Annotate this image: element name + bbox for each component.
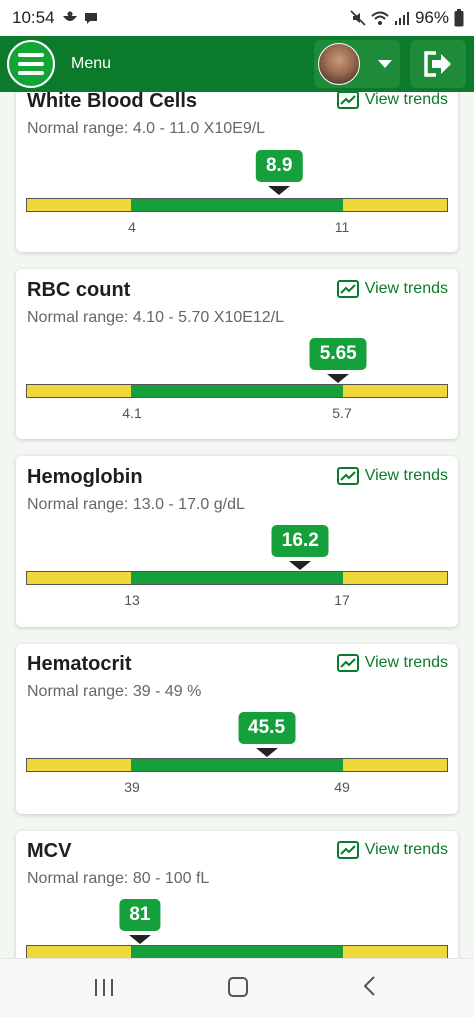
value-pointer bbox=[268, 186, 291, 195]
result-card-hematocrit: Hematocrit View trends Normal range: 39 … bbox=[16, 644, 458, 814]
view-trends-label: View trends bbox=[364, 92, 448, 108]
range-bar bbox=[26, 198, 448, 212]
value-badge: 8.9 bbox=[255, 150, 303, 182]
value-pointer bbox=[128, 935, 151, 944]
user-menu-button[interactable] bbox=[314, 40, 400, 88]
value-badge: 5.65 bbox=[309, 338, 367, 370]
value-pointer bbox=[327, 374, 350, 383]
view-trends-link[interactable]: View trends bbox=[336, 654, 448, 672]
mute-icon bbox=[350, 10, 366, 26]
view-trends-link[interactable]: View trends bbox=[336, 841, 448, 859]
range-high-tick: 11 bbox=[334, 219, 350, 235]
range-bar bbox=[26, 758, 448, 772]
trend-chart-icon bbox=[336, 280, 359, 298]
notification-app-icon bbox=[62, 11, 77, 21]
normal-zone bbox=[131, 759, 343, 771]
view-trends-link[interactable]: View trends bbox=[336, 92, 448, 109]
menu-button[interactable] bbox=[7, 40, 55, 88]
signal-icon bbox=[394, 12, 409, 25]
status-bar: 10:54 96% bbox=[0, 0, 474, 36]
range-high-tick: 5.7 bbox=[332, 405, 352, 421]
value-badge: 81 bbox=[119, 899, 161, 931]
wifi-icon bbox=[371, 11, 389, 25]
range-high-tick: 49 bbox=[334, 779, 350, 795]
value-badge: 16.2 bbox=[271, 525, 329, 557]
normal-zone bbox=[131, 572, 343, 584]
card-title: Hemoglobin bbox=[27, 466, 143, 488]
notification-icons bbox=[61, 10, 99, 26]
range-low-tick: 4 bbox=[128, 219, 136, 235]
menu-icon bbox=[18, 53, 44, 57]
normal-range: Normal range: 4.10 - 5.70 X10E12/L bbox=[27, 309, 285, 326]
range-bar bbox=[26, 384, 448, 398]
logout-icon bbox=[424, 51, 451, 77]
battery-icon bbox=[454, 9, 464, 27]
card-title: White Blood Cells bbox=[27, 92, 197, 112]
results-list[interactable]: White Blood Cells View trends Normal ran… bbox=[0, 92, 474, 958]
logout-button[interactable] bbox=[410, 40, 466, 88]
recent-apps-icon bbox=[95, 979, 97, 996]
view-trends-label: View trends bbox=[364, 654, 448, 671]
range-high-tick: 17 bbox=[334, 592, 350, 608]
caret-down-icon bbox=[378, 60, 392, 68]
back-button[interactable] bbox=[362, 975, 376, 997]
normal-range: Normal range: 4.0 - 11.0 X10E9/L bbox=[27, 120, 266, 137]
value-badge: 45.5 bbox=[238, 712, 296, 744]
trend-chart-icon bbox=[336, 92, 359, 109]
normal-zone bbox=[131, 946, 343, 958]
normal-range: Normal range: 13.0 - 17.0 g/dL bbox=[27, 496, 245, 513]
result-card-wbc: White Blood Cells View trends Normal ran… bbox=[16, 92, 458, 252]
view-trends-link[interactable]: View trends bbox=[336, 280, 448, 298]
result-card-mcv: MCV View trends Normal range: 80 - 100 f… bbox=[16, 831, 458, 958]
card-title: Hematocrit bbox=[27, 653, 132, 675]
avatar bbox=[318, 43, 360, 85]
range-low-tick: 4.1 bbox=[122, 405, 142, 421]
recent-apps-button[interactable] bbox=[95, 979, 113, 996]
value-pointer bbox=[289, 561, 312, 570]
system-nav-bar bbox=[0, 958, 474, 1017]
card-title: RBC count bbox=[27, 279, 131, 301]
battery-percent: 96% bbox=[414, 8, 449, 27]
trend-chart-icon bbox=[336, 654, 359, 672]
card-title: MCV bbox=[27, 840, 72, 862]
result-card-rbc: RBC count View trends Normal range: 4.10… bbox=[16, 269, 458, 439]
value-pointer bbox=[255, 748, 278, 757]
range-low-tick: 39 bbox=[124, 779, 140, 795]
normal-range: Normal range: 39 - 49 % bbox=[27, 683, 202, 700]
view-trends-label: View trends bbox=[364, 280, 448, 297]
view-trends-label: View trends bbox=[364, 467, 448, 484]
normal-zone bbox=[131, 199, 343, 211]
result-card-hemoglobin: Hemoglobin View trends Normal range: 13.… bbox=[16, 456, 458, 627]
status-indicators: 96% bbox=[350, 8, 464, 28]
home-button[interactable] bbox=[228, 977, 248, 997]
view-trends-link[interactable]: View trends bbox=[336, 467, 448, 485]
normal-zone bbox=[131, 385, 343, 397]
range-bar bbox=[26, 571, 448, 585]
trend-chart-icon bbox=[336, 841, 359, 859]
view-trends-label: View trends bbox=[364, 841, 448, 858]
menu-label[interactable]: Menu bbox=[71, 55, 111, 73]
status-time: 10:54 bbox=[12, 8, 55, 27]
normal-range: Normal range: 80 - 100 fL bbox=[27, 870, 210, 887]
range-low-tick: 13 bbox=[124, 592, 140, 608]
trend-chart-icon bbox=[336, 467, 359, 485]
range-bar bbox=[26, 945, 448, 958]
app-header: Menu bbox=[0, 36, 474, 92]
chat-icon bbox=[84, 13, 97, 24]
